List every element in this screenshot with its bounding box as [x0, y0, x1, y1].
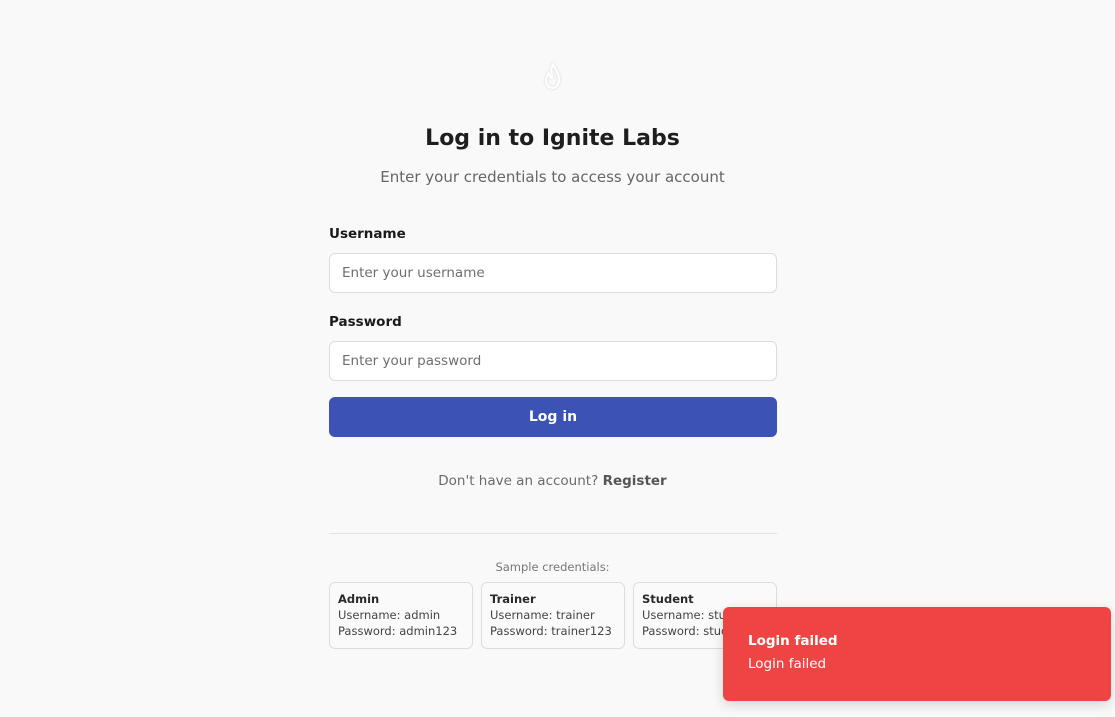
- register-link[interactable]: Register: [603, 473, 667, 489]
- toast-description: Login failed: [748, 656, 827, 672]
- credential-role: Trainer: [490, 592, 536, 606]
- credential-password: Password: admin123: [338, 624, 458, 638]
- username-input[interactable]: [330, 254, 776, 292]
- credential-card-admin: Admin Username: admin Password: admin123: [329, 582, 473, 649]
- page-subtitle: Enter your credentials to access your ac…: [380, 168, 725, 186]
- credential-role: Admin: [338, 592, 380, 606]
- register-prompt-row: Don't have an account? Register: [0, 473, 1105, 489]
- credential-password: Password: trainer123: [490, 624, 612, 638]
- password-field-container: [329, 341, 777, 381]
- toast-title: Login failed: [748, 633, 838, 649]
- password-input[interactable]: [330, 342, 776, 380]
- flame-icon: [544, 62, 561, 90]
- credential-card-trainer: Trainer Username: trainer Password: trai…: [481, 582, 625, 649]
- login-button[interactable]: Log in: [329, 397, 777, 437]
- credential-role: Student: [642, 592, 694, 606]
- error-toast[interactable]: Login failed Login failed: [723, 607, 1111, 701]
- sample-credentials-title: Sample credentials:: [495, 560, 610, 574]
- login-page: Log in to Ignite Labs Enter your credent…: [0, 0, 1115, 717]
- divider: [329, 533, 777, 534]
- page-title: Log in to Ignite Labs: [425, 126, 680, 151]
- credential-username: Username: admin: [338, 608, 441, 622]
- username-field-container: [329, 253, 777, 293]
- credential-username: Username: trainer: [490, 608, 595, 622]
- register-prompt-text: Don't have an account?: [438, 473, 599, 489]
- username-label: Username: [329, 226, 406, 242]
- password-label: Password: [329, 314, 402, 330]
